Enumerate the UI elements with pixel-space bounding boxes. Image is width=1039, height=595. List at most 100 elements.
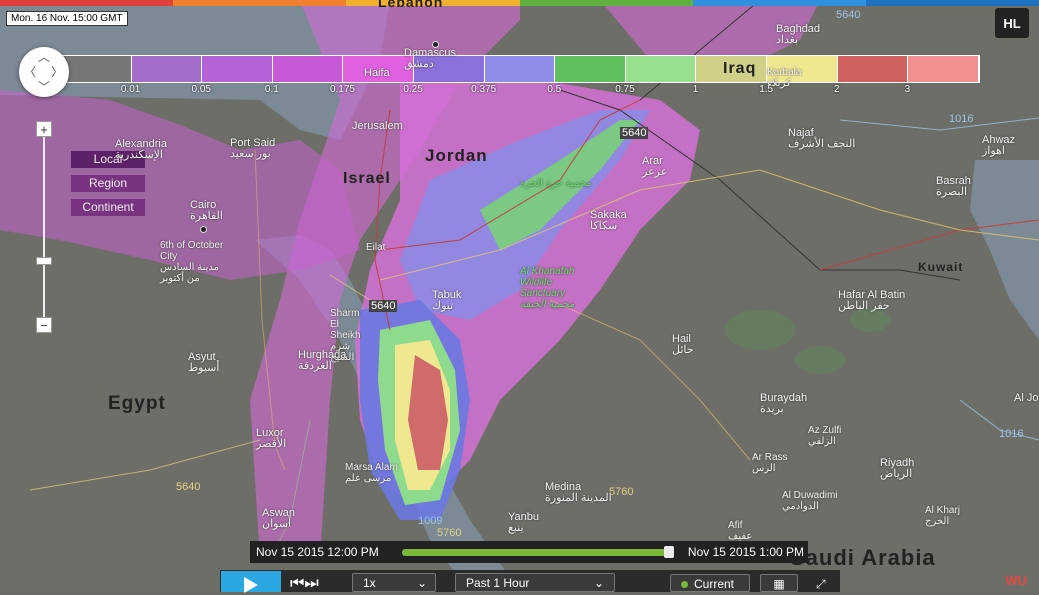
city-dot	[432, 41, 439, 48]
city-baghdad: Baghdad بغداد	[776, 23, 821, 46]
legend-tick: 0.01	[120, 84, 141, 95]
legend-tick: 0.75	[615, 84, 635, 95]
chevron-down-icon: ⌄	[593, 576, 604, 590]
city-arar: Arar عرعر	[642, 155, 668, 178]
legend-swatch	[61, 56, 132, 82]
city-jerusalem: Jerusalem	[352, 120, 403, 132]
legend-tick: 3	[904, 84, 911, 95]
calendar-icon: ▦	[773, 577, 785, 591]
legend-swatch	[555, 56, 626, 82]
city-cairo: Cairo القاهرة	[190, 199, 223, 222]
city-hafar: Hafar Al Batin حفر الباطن	[838, 289, 906, 312]
hl-logo[interactable]: HL	[995, 8, 1029, 38]
period-select[interactable]: Past 1 Hour ⌄	[455, 573, 615, 592]
pan-control[interactable]: ︿ ﹀ 〈 〉	[19, 47, 69, 97]
city-asyut: Asyut أسيوط	[188, 351, 220, 374]
city-duwadimi: Al Duwadimi الدوادمي	[782, 490, 838, 512]
city-dot	[200, 226, 207, 233]
city-afif: Afif عفيف	[728, 520, 753, 542]
city-al-jo: Al Jo	[1014, 392, 1039, 404]
city-haifa: Haifa	[364, 67, 390, 79]
legend-swatch	[131, 56, 203, 82]
pan-down-icon[interactable]: ﹀	[38, 81, 50, 93]
city-kharj: Al Kharj الخرج	[925, 505, 961, 527]
reserve-harrat: محمية حرة الحرة	[520, 178, 592, 189]
legend-swatch	[202, 56, 273, 82]
city-alexandria: Alexandria الإسكندرية	[115, 138, 167, 161]
isobar-label: 5760	[609, 486, 634, 498]
city-sakaka: Sakaka سكاكا	[590, 209, 627, 232]
country-jordan: Jordan	[425, 146, 488, 165]
legend-swatch	[484, 56, 556, 82]
pan-up-icon[interactable]: ︿	[38, 51, 50, 63]
status-dot-icon	[681, 581, 688, 588]
scope-region-button[interactable]: Region	[71, 175, 145, 192]
zoom-slider-handle[interactable]	[36, 257, 52, 265]
city-khanafah: Al Khanafah Wildlife Sanctuary محمية الخن…	[520, 266, 575, 310]
city-karbala: Karbala كربلاء	[767, 67, 802, 89]
city-ahwaz: Ahwaz اهواز	[982, 134, 1016, 157]
city-port-said: Port Said بور سعيد	[230, 137, 276, 160]
legend-tick: 0.05	[191, 84, 211, 95]
city-6th-october: 6th of October City مدينة السادس من أكتوب…	[160, 240, 224, 284]
legend-tick: 0.5	[547, 84, 562, 95]
country-israel: Israel	[343, 170, 391, 187]
pan-right-icon[interactable]: 〉	[51, 66, 63, 78]
city-hurghada: Hurghada الغردقة	[298, 349, 347, 372]
legend-tick-labels: 0.01 0.05 0.1 0.175 0.25 0.375 0.5 0.75 1 1.5 2 3	[0, 84, 1039, 98]
scope-continent-button[interactable]: Continent	[71, 199, 145, 216]
timeline-end-label: Nov 15 2015 1:00 PM	[687, 545, 804, 559]
wu-logo-icon: WU	[1005, 573, 1027, 588]
city-yanbu: Yanbu ينبع	[508, 511, 539, 534]
isobar-label: 5640	[836, 9, 861, 21]
speed-select[interactable]: 1x ⌄	[352, 573, 436, 592]
legend-swatch	[272, 56, 344, 82]
city-buraydah: Buraydah بريدة	[760, 392, 808, 415]
isobar-label: 1009	[418, 515, 443, 527]
country-saudi-arabia: Saudi Arabia	[790, 545, 936, 570]
city-medina: Medina المدينة المنورة	[545, 481, 612, 504]
city-eilat: Eilat	[366, 242, 386, 253]
timestamp-label: Mon. 16 Nov. 15:00 GMT	[6, 11, 128, 26]
pan-left-icon[interactable]: 〈	[24, 66, 36, 78]
city-aswan: Aswan أسوان	[262, 507, 296, 530]
legend-tick: 0.25	[403, 84, 423, 95]
legend-tick: 0.1	[264, 84, 279, 95]
city-zulfi: Az Zulfi الزلفي	[808, 425, 842, 447]
chevron-down-icon: ⌄	[416, 576, 427, 590]
timeline-start-label: Nov 15 2015 12:00 PM	[256, 545, 379, 559]
legend-tick: 0.375	[471, 84, 497, 95]
zoom-in-button[interactable]: +	[36, 121, 52, 137]
zoom-out-button[interactable]: −	[36, 317, 52, 333]
country-lebanon: Lebanon	[378, 0, 444, 10]
legend-tick: 0.175	[329, 84, 355, 95]
country-kuwait: Kuwait	[918, 260, 964, 274]
isobar-label: 1016	[949, 113, 974, 125]
timeline-slider[interactable]	[402, 546, 674, 558]
legend-tick: 2	[833, 84, 840, 95]
isobar-label: 5760	[437, 527, 462, 539]
country-iraq: Iraq	[723, 60, 757, 77]
top-color-bar	[0, 0, 1039, 6]
city-damascus: Damascus دمشق	[404, 47, 456, 70]
city-tabuk: Tabuk تبوك	[432, 289, 462, 312]
isobar-label: 1016	[999, 428, 1024, 440]
city-hail: Hail حائل	[672, 333, 694, 356]
play-button[interactable]	[221, 571, 281, 593]
legend-swatch	[625, 56, 697, 82]
isobar-label: 5640	[620, 127, 649, 139]
city-marsa-alam: Marsa Alam مرسى علم	[345, 462, 398, 484]
city-basrah: Basrah البصرة	[936, 175, 971, 198]
city-riyadh: Riyadh الرياض	[880, 457, 915, 480]
precip-legend	[60, 55, 980, 83]
city-ar-rass: Ar Rass الرس	[752, 452, 788, 474]
calendar-button[interactable]: ▦	[760, 574, 798, 592]
isobar-label: 5640	[176, 481, 201, 493]
legend-swatch	[837, 56, 909, 82]
legend-swatch	[908, 56, 979, 82]
isobar-label: 5640	[369, 300, 398, 312]
timeline-handle[interactable]	[664, 546, 674, 558]
city-luxor: Luxor الأقصر	[256, 427, 287, 450]
current-button[interactable]: Current	[670, 574, 750, 592]
zoom-track[interactable]	[43, 128, 45, 324]
